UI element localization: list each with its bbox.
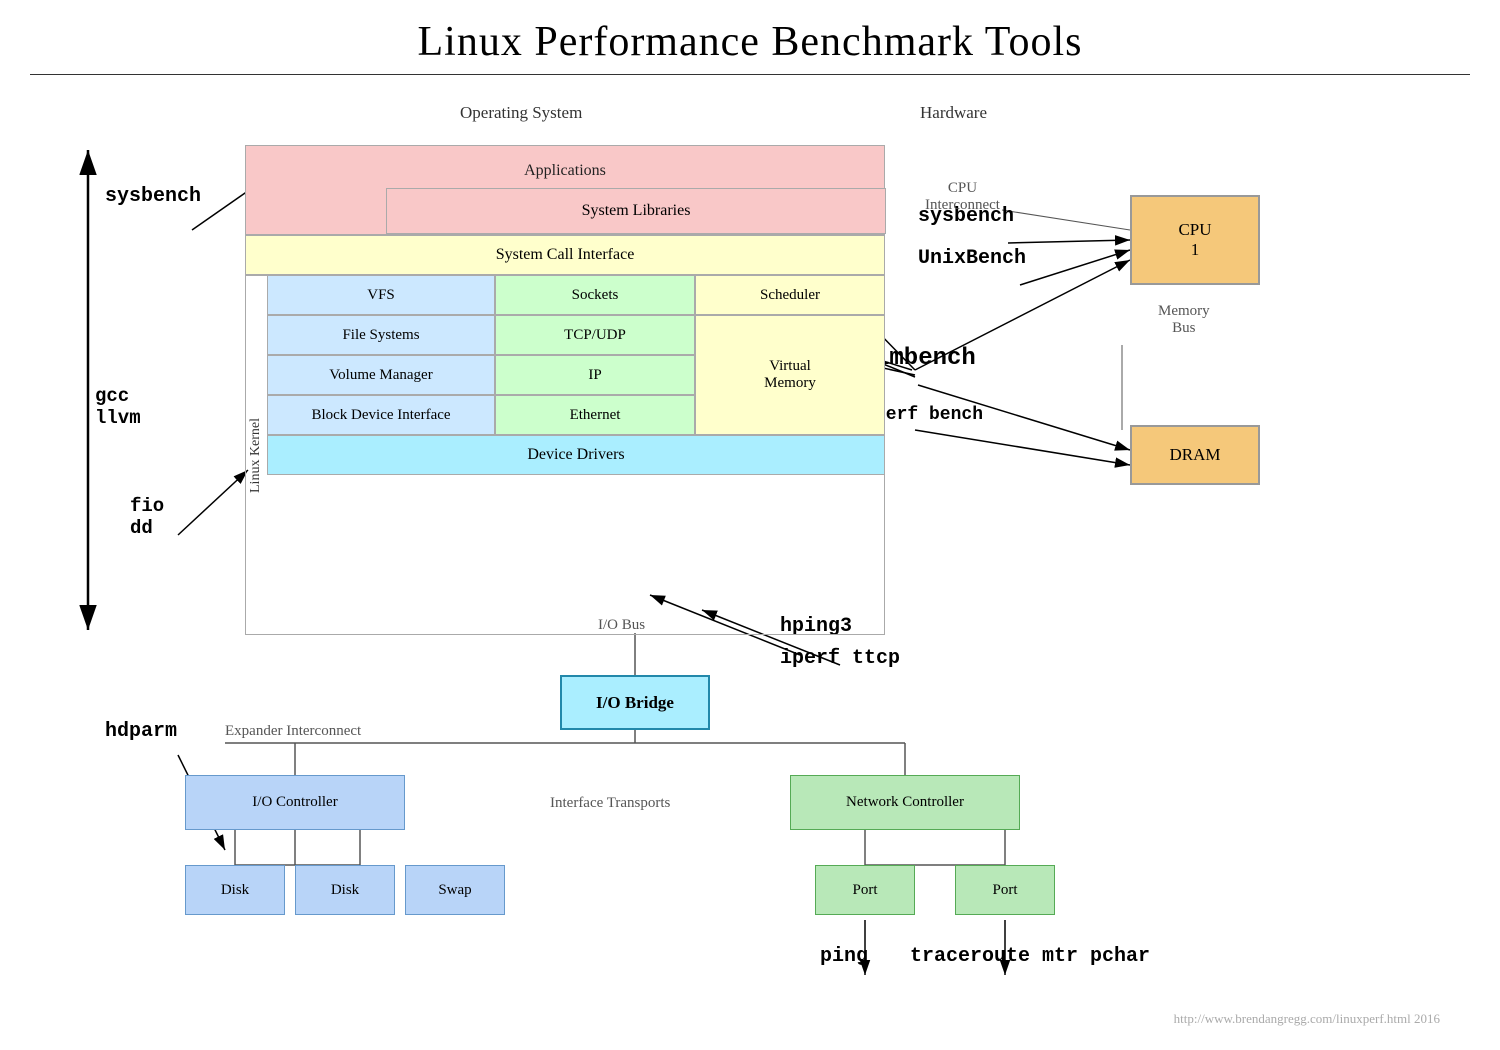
expander-interconnect-label: Expander Interconnect <box>225 723 361 740</box>
kernel-label: Linux Kernel <box>245 275 267 635</box>
os-label: Operating System <box>460 103 582 123</box>
layer-syscall: System Call Interface <box>245 235 885 275</box>
net-controller-box: Network Controller <box>790 775 1020 830</box>
layer-tcpudp: TCP/UDP <box>495 315 695 355</box>
disk-box-1: Disk <box>185 865 285 915</box>
io-controller-box: I/O Controller <box>185 775 405 830</box>
hw-dram: DRAM <box>1130 425 1260 485</box>
io-bridge-box: I/O Bridge <box>560 675 710 730</box>
tool-sysbench-top: sysbench <box>105 185 201 208</box>
tool-gcc-llvm: gcc llvm <box>95 385 141 429</box>
layer-ip: IP <box>495 355 695 395</box>
tool-traceroute: traceroute mtr pchar <box>910 945 1150 968</box>
tool-fio-dd: fio dd <box>130 495 164 539</box>
layer-devdrivers: Device Drivers <box>267 435 885 475</box>
memory-bus-label: Memory Bus <box>1158 303 1210 337</box>
interface-transports-label: Interface Transports <box>550 795 670 812</box>
tool-iperf-ttcp: iperf ttcp <box>780 647 900 670</box>
layer-virtmem: Virtual Memory <box>695 315 885 435</box>
layer-filesystems: File Systems <box>267 315 495 355</box>
tool-hdparm: hdparm <box>105 720 177 743</box>
tool-unixbench: UnixBench <box>918 247 1026 270</box>
port-box-1: Port <box>815 865 915 915</box>
swap-box: Swap <box>405 865 505 915</box>
layer-applications: Applications System Libraries <box>245 145 885 235</box>
tool-ping: ping <box>820 945 868 968</box>
layer-system-libraries: System Libraries <box>386 188 886 234</box>
io-bus-label: I/O Bus <box>598 617 645 634</box>
footnote: http://www.brendangregg.com/linuxperf.ht… <box>1174 1011 1440 1027</box>
hw-cpu: CPU 1 <box>1130 195 1260 285</box>
tool-lmbench: lmbench <box>875 345 976 372</box>
hardware-label: Hardware <box>920 103 987 123</box>
layer-volmgr: Volume Manager <box>267 355 495 395</box>
main-diagram: Operating System Hardware <box>30 75 1470 1035</box>
layer-ethernet: Ethernet <box>495 395 695 435</box>
port-box-2: Port <box>955 865 1055 915</box>
page-title: Linux Performance Benchmark Tools <box>0 0 1500 74</box>
layer-blockdev: Block Device Interface <box>267 395 495 435</box>
cpu-interconnect-label: CPU Interconnect <box>925 180 1000 214</box>
layer-vfs: VFS <box>267 275 495 315</box>
layer-scheduler: Scheduler <box>695 275 885 315</box>
layer-sockets: Sockets <box>495 275 695 315</box>
tool-perf-bench: perf bench <box>875 405 983 425</box>
disk-box-2: Disk <box>295 865 395 915</box>
